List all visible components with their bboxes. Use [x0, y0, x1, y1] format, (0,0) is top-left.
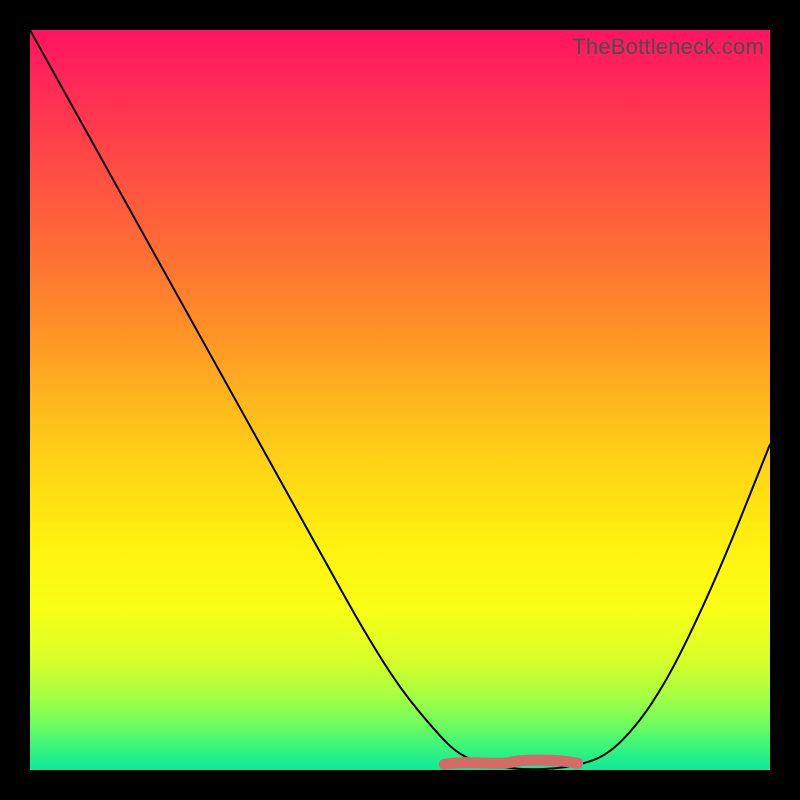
optimal-range-marker	[30, 30, 770, 770]
marker-path	[444, 760, 577, 764]
chart-plot-area: TheBottleneck.com	[30, 30, 770, 770]
chart-frame: TheBottleneck.com	[0, 0, 800, 800]
